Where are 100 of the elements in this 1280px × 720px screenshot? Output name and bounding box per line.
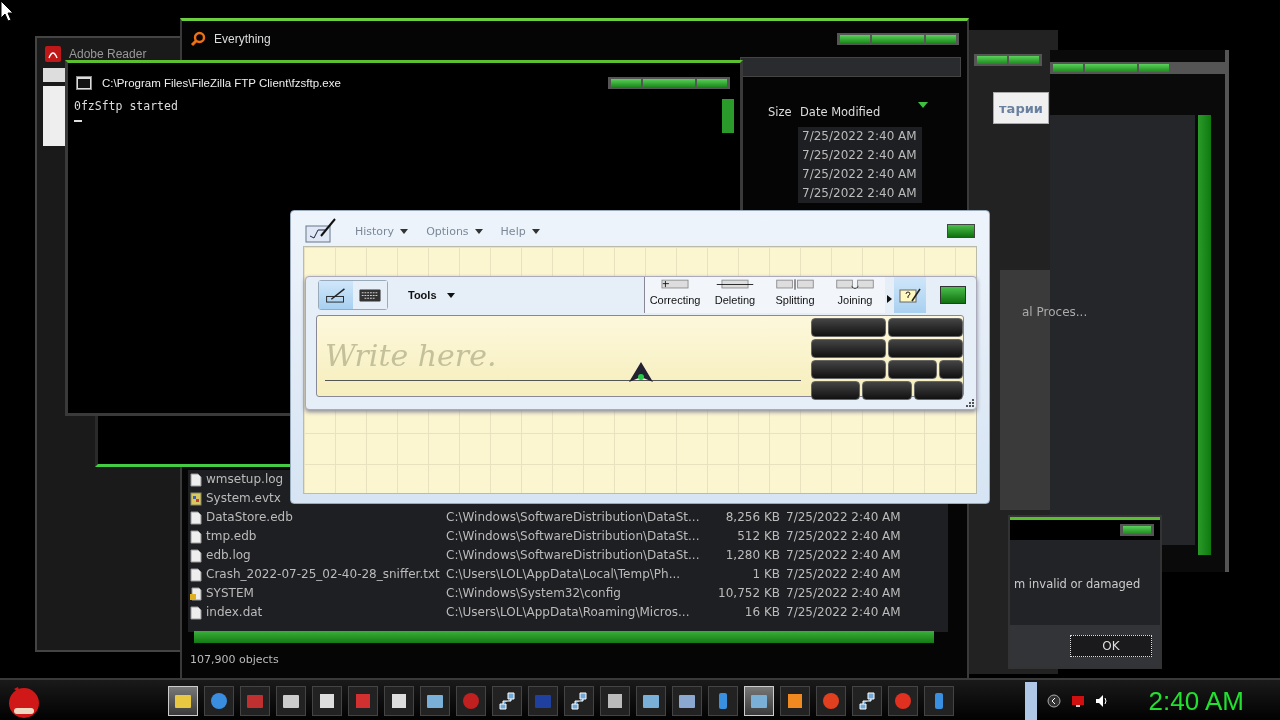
insert-button[interactable]	[940, 286, 966, 304]
console-icon[interactable]	[276, 686, 306, 716]
tools-menu-button[interactable]: Tools	[402, 288, 461, 302]
keypad-key[interactable]	[811, 381, 861, 400]
app-glyph-icon	[318, 692, 336, 710]
keypad-key[interactable]	[862, 381, 912, 400]
app-glyph-icon	[822, 692, 840, 710]
scrollbar[interactable]	[1198, 115, 1211, 555]
file-name[interactable]: index.dat	[206, 603, 263, 622]
close-button[interactable]	[947, 224, 975, 238]
table-cell: C:\Windows\SoftwareDistribution\DataSt...	[446, 548, 700, 562]
network-icon[interactable]	[492, 686, 522, 716]
archive-icon[interactable]	[312, 686, 342, 716]
table-cell: 7/25/2022 2:40 AM	[786, 605, 901, 619]
expand-arrow-icon[interactable]	[887, 295, 892, 303]
network-icon[interactable]	[852, 686, 882, 716]
list-item[interactable]: al Proces...	[1022, 305, 1088, 319]
table-cell-text: 7/25/2022 2:40 AM	[802, 147, 918, 164]
chevron-icon[interactable]	[1046, 694, 1061, 708]
table-cell: C:\Users\LOL\AppData\Roaming\Micros...	[446, 605, 690, 619]
search-field[interactable]	[740, 57, 961, 77]
file-name[interactable]: SYSTEM	[206, 584, 254, 603]
table-cell: 16 KB	[744, 605, 780, 619]
resize-grip-icon[interactable]	[966, 399, 974, 407]
keypad-key[interactable]	[888, 360, 938, 379]
document-icon[interactable]	[672, 686, 702, 716]
window-title: Everything	[214, 32, 271, 46]
table-cell: C:\Windows\System32\config	[446, 586, 621, 600]
tab-button[interactable]: тарии	[993, 92, 1049, 124]
network-icon[interactable]	[564, 686, 594, 716]
window-title: C:\Program Files\FileZilla FTP Client\fzsftp.exe	[102, 77, 341, 89]
table-cell: 7/25/2022 2:40 AM	[786, 510, 901, 524]
table-cell: C:\Windows\SoftwareDistribution\DataSt...	[446, 510, 700, 524]
app-glyph-icon	[354, 692, 372, 710]
app-glyph-icon	[894, 692, 912, 710]
keypad-key[interactable]	[913, 381, 963, 400]
caret-icon	[446, 292, 455, 298]
window-icon[interactable]	[420, 686, 450, 716]
table-cell: 10,752 KB	[718, 586, 780, 600]
table-cell: 7/25/2022 2:40 AM	[786, 548, 901, 562]
file-name[interactable]: wmsetup.log	[206, 470, 284, 489]
archive-icon[interactable]	[384, 686, 414, 716]
phone-icon[interactable]	[924, 686, 954, 716]
table-cell: 1 KB	[752, 567, 780, 581]
browser-icon[interactable]	[204, 686, 234, 716]
pen-tablet-icon	[305, 218, 337, 244]
gesture-icon	[835, 279, 875, 290]
table-cell: 1,280 KB	[725, 548, 780, 562]
text-cursor	[74, 120, 82, 122]
writing-pad-button[interactable]	[319, 281, 353, 309]
show-hidden-icons-button[interactable]	[1024, 682, 1037, 720]
keyboard-icon	[359, 287, 381, 303]
console-icon	[76, 75, 92, 91]
gesture-button[interactable]: Joining	[825, 277, 885, 313]
gesture-button[interactable]: Splitting	[765, 277, 825, 313]
phone-icon[interactable]	[708, 686, 738, 716]
scrollbar[interactable]	[722, 99, 734, 133]
gesture-icon	[775, 279, 815, 290]
app-glyph-icon	[858, 692, 876, 710]
ok-button[interactable]: OK	[1070, 635, 1152, 657]
app-icon[interactable]	[780, 686, 810, 716]
file-name[interactable]: tmp.edb	[206, 527, 257, 546]
scrollbar[interactable]	[194, 631, 934, 643]
clock[interactable]: 2:40 AM	[1148, 685, 1244, 717]
help-button[interactable]	[894, 277, 926, 313]
column-header[interactable]: Size	[768, 105, 792, 119]
pdf-app-icon	[45, 46, 61, 62]
status-text: 107,900 objects	[190, 653, 279, 666]
pen-icon	[325, 287, 347, 303]
keypad-key[interactable]	[939, 360, 963, 379]
app-glyph-icon	[570, 692, 588, 710]
caret-icon	[531, 228, 540, 234]
table-cell: C:\Users\LOL\AppData\Local\Temp\Ph...	[446, 567, 681, 581]
app-glyph-icon	[390, 692, 408, 710]
speaker-icon[interactable]	[1094, 694, 1109, 708]
app-glyph-icon	[678, 692, 696, 710]
file-name[interactable]: Crash_2022-07-25_02-40-28_sniffer.txt	[206, 565, 440, 584]
file-name[interactable]: edb.log	[206, 546, 251, 565]
app-glyph-icon	[174, 692, 192, 710]
table-cell: 8,256 KB	[725, 510, 780, 524]
table-cell: 7/25/2022 2:40 AM	[786, 586, 901, 600]
window-icon[interactable]	[636, 686, 666, 716]
locked-file-icon	[190, 586, 202, 601]
gesture-button[interactable]: Deleting	[705, 277, 765, 313]
file-name[interactable]: System.evtx	[206, 489, 281, 508]
monitor-icon[interactable]	[1070, 694, 1085, 708]
gesture-button[interactable]: Correcting	[645, 277, 705, 313]
app-glyph-icon	[282, 692, 300, 710]
console-text: 0fzSftp started	[74, 99, 179, 113]
table-cell-text: 7/25/2022 2:40 AM	[802, 166, 918, 183]
folder-icon[interactable]	[168, 686, 198, 716]
column-header[interactable]: Date Modified	[800, 105, 881, 119]
app-glyph-icon	[786, 692, 804, 710]
pen-cursor-icon	[629, 362, 653, 384]
app-glyph-icon	[534, 692, 552, 710]
search-icon	[190, 31, 206, 47]
file-name[interactable]: DataStore.edb	[206, 508, 293, 527]
dialog-message: m invalid or damaged	[1014, 577, 1141, 591]
table-cell-text: 7/25/2022 2:40 AM	[802, 128, 918, 145]
app-icon[interactable]	[240, 686, 270, 716]
